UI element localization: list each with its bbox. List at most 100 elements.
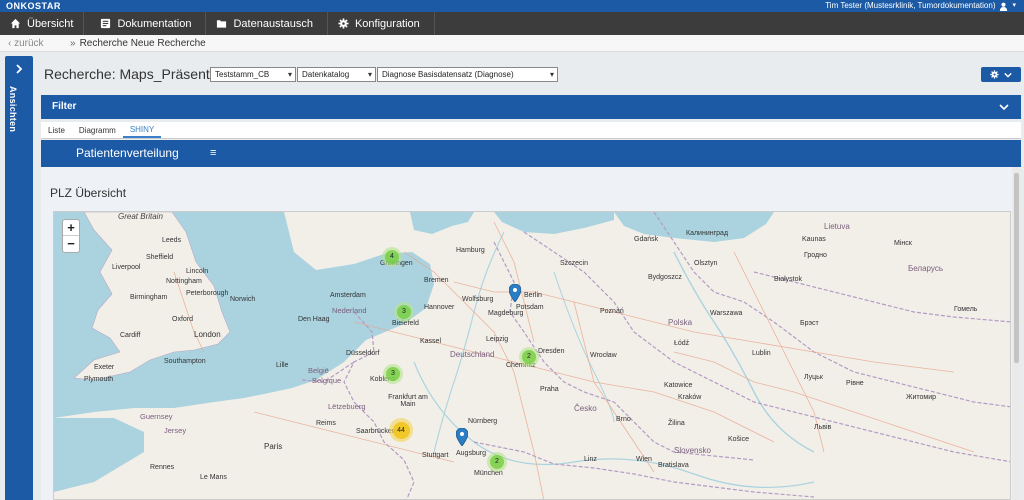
main-nav: Übersicht Dokumentation Datenaustausch K… — [0, 12, 1024, 35]
select-value: Teststamm_CB — [215, 70, 270, 79]
chevron-right-icon — [16, 64, 23, 74]
map-label: Калининград — [686, 230, 729, 237]
map-label: Exeter — [94, 364, 115, 371]
views-sidebar-toggle[interactable]: Ansichten — [5, 56, 33, 500]
settings-dropdown-button[interactable] — [981, 67, 1021, 82]
map-label: Bratislava — [658, 462, 689, 469]
map-label: Southampton — [164, 358, 206, 365]
map-label: Wien — [636, 456, 652, 463]
view-tabs: Liste Diagramm SHINY — [41, 122, 1021, 139]
map-label: Луцьк — [804, 374, 823, 381]
map-label: Rennes — [150, 464, 175, 471]
map-label: Augsburg — [456, 450, 486, 457]
map-label: London — [194, 330, 221, 339]
map-label: Hannover — [424, 304, 455, 311]
map-label: Lietuva — [824, 222, 850, 231]
breadcrumb-separator: » — [70, 37, 76, 49]
zoom-in-button[interactable]: + — [63, 220, 79, 236]
document-icon — [101, 18, 111, 29]
map-label: Reims — [316, 420, 336, 427]
map-label: Lincoln — [186, 268, 209, 275]
nav-label: Dokumentation — [117, 17, 192, 30]
map-label: Białystok — [774, 276, 803, 283]
nav-dokumentation[interactable]: Dokumentation — [84, 12, 207, 35]
nav-uebersicht[interactable]: Übersicht — [0, 12, 85, 35]
chevron-down-icon: ▾ — [367, 70, 372, 79]
map-label: Guernsey — [140, 412, 173, 421]
chevron-down-icon — [1004, 72, 1012, 78]
map-label: Lublin — [752, 350, 771, 357]
back-link[interactable]: ‹ zurück — [0, 38, 66, 49]
map-cluster-marker[interactable]: 3 — [394, 302, 414, 322]
select-formular[interactable]: Diagnose Basisdatensatz (Diagnose) ▾ — [377, 67, 558, 82]
content-scrollbar[interactable] — [1012, 167, 1021, 500]
map-cluster-marker[interactable]: 2 — [487, 452, 507, 472]
brand-bar: ONKOSTAR Tim Tester (Mustesrklinik, Tumo… — [0, 0, 1024, 12]
map-label: Wrocław — [590, 352, 617, 359]
map-label: Den Haag — [298, 316, 330, 323]
cluster-count: 44 — [392, 421, 410, 439]
map-label: Bremen — [424, 277, 449, 284]
map-cluster-marker[interactable]: 4 — [382, 247, 402, 267]
map-label: Norwich — [230, 296, 256, 303]
map-cluster-marker[interactable]: 2 — [519, 347, 539, 367]
scrollbar-thumb[interactable] — [1014, 173, 1019, 363]
map-label: Nederland — [332, 306, 367, 315]
map-label: Düsseldorf — [346, 350, 380, 357]
nav-label: Übersicht — [27, 17, 74, 30]
map-label: Bydgoszcz — [648, 274, 682, 281]
filter-panel-header[interactable]: Filter — [41, 95, 1021, 119]
map-zoom-control: + − — [62, 219, 80, 253]
map-label: Szczecin — [560, 260, 589, 267]
leaflet-map[interactable]: Great Britain Leeds Sheffield Liverpool … — [53, 211, 1011, 500]
chevron-down-icon: ▾ — [549, 70, 554, 79]
select-stamm[interactable]: Teststamm_CB ▾ — [210, 67, 296, 82]
breadcrumb: ‹ zurück » Recherche Neue Recherche — [0, 35, 1024, 52]
map-label: Kassel — [420, 338, 442, 345]
nav-datenaustausch[interactable]: Datenaustausch — [206, 12, 328, 35]
map-label: Warszawa — [710, 310, 743, 317]
map-cluster-marker[interactable]: 44 — [389, 418, 413, 442]
gear-icon — [990, 70, 999, 79]
tab-liste[interactable]: Liste — [41, 126, 72, 138]
map-label: Jersey — [164, 426, 187, 435]
map-label: Česko — [574, 404, 597, 413]
user-name: Tim Tester (Mustesrklinik, Tumordokument… — [825, 1, 996, 10]
shiny-content: PLZ Übersicht Great Britain Leeds Sheffi… — [41, 167, 1021, 500]
map-label: Olsztyn — [694, 260, 718, 267]
map-label: Lëtzebuerg — [328, 402, 366, 411]
tab-diagramm[interactable]: Diagramm — [72, 126, 123, 138]
user-menu[interactable]: Tim Tester (Mustesrklinik, Tumordokument… — [825, 0, 1016, 12]
map-label: Leeds — [162, 237, 182, 244]
map-label: Praha — [540, 386, 559, 393]
nav-label: Konfiguration — [354, 17, 420, 30]
app-logo: ONKOSTAR — [6, 1, 61, 11]
chevron-down-icon: ▾ — [287, 70, 292, 79]
cluster-count: 3 — [397, 305, 411, 319]
map-marker-pin[interactable] — [509, 284, 521, 302]
select-katalog[interactable]: Datenkatalog ▾ — [297, 67, 376, 82]
map-label: Great Britain — [118, 212, 163, 221]
map-label: België — [308, 366, 329, 375]
map-label: Liverpool — [112, 264, 141, 271]
map-cluster-marker[interactable]: 3 — [383, 364, 403, 384]
nav-konfiguration[interactable]: Konfiguration — [328, 12, 435, 35]
sidebar-label: Ansichten — [8, 86, 18, 133]
nav-label: Datenaustausch — [233, 17, 313, 30]
map-label: Plymouth — [84, 376, 114, 383]
tab-shiny[interactable]: SHINY — [122, 125, 162, 138]
zoom-out-button[interactable]: − — [63, 236, 79, 252]
shiny-header: Patientenverteilung ≡ — [41, 140, 1021, 167]
map-label: Nürnberg — [468, 418, 498, 425]
map-label: Lille — [276, 362, 289, 369]
map-label: Gdańsk — [634, 236, 659, 243]
select-value: Datenkatalog — [302, 70, 350, 79]
map-label: Katowice — [664, 382, 693, 389]
map-label: Magdeburg — [488, 310, 524, 317]
map-label: Le Mans — [200, 474, 227, 481]
map-label: Berlin — [524, 292, 542, 299]
menu-toggle-icon[interactable]: ≡ — [210, 147, 216, 159]
map-marker-pin[interactable] — [456, 428, 468, 446]
section-title: PLZ Übersicht — [50, 186, 127, 200]
map-label: Беларусь — [908, 264, 943, 273]
